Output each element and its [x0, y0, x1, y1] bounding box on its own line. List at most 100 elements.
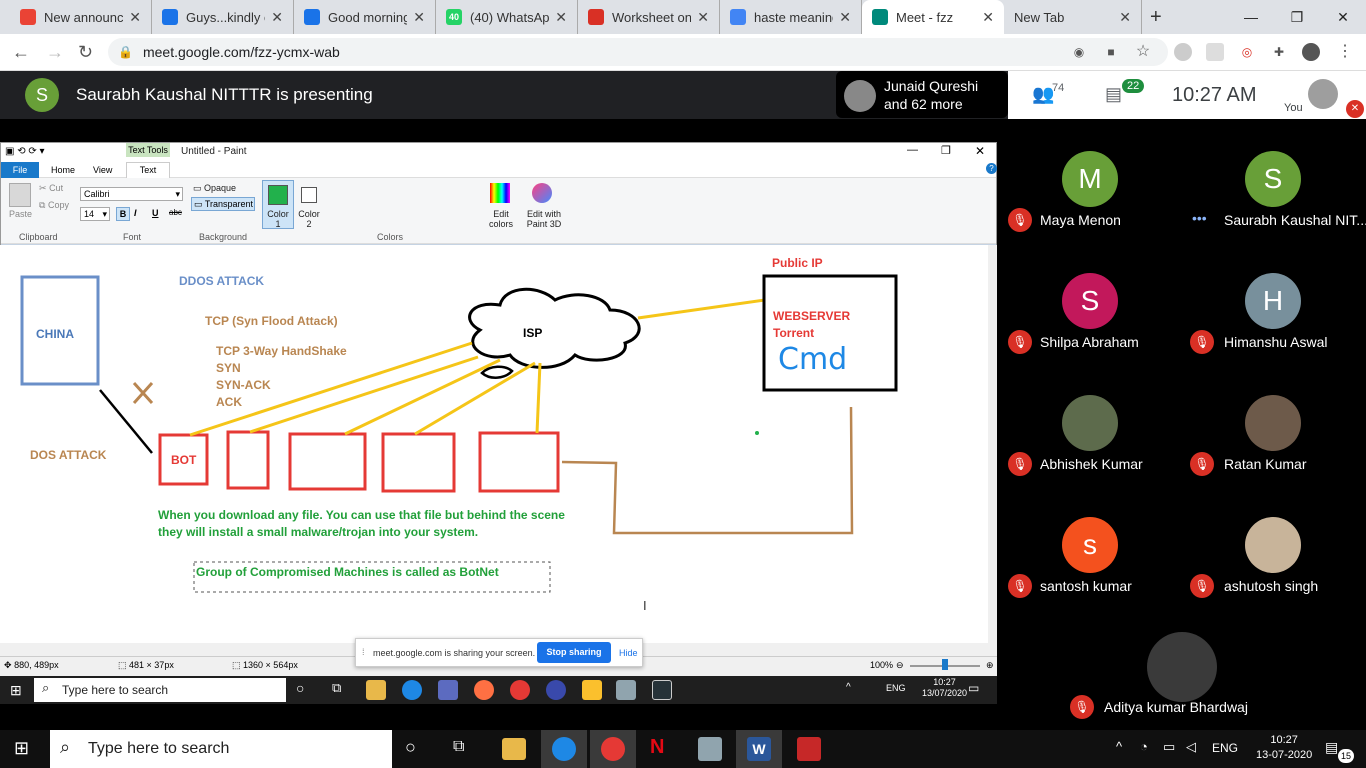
site-settings-icon[interactable]: ◉	[1070, 43, 1088, 61]
close-tab-icon[interactable]: ✕	[697, 9, 709, 26]
italic-button[interactable]: I	[134, 208, 137, 218]
paint3d-label[interactable]: Edit with Paint 3D	[524, 209, 564, 229]
notification-icon[interactable]: ▭	[968, 681, 979, 695]
stop-sharing-button[interactable]: Stop sharing	[537, 642, 611, 663]
edit-colors-icon[interactable]	[490, 183, 510, 203]
browser-tab[interactable]: New Tab ✕	[1004, 0, 1142, 34]
camera-icon[interactable]: ■	[1102, 43, 1120, 61]
quick-access-icons[interactable]: ▣ ⟲ ⟳ ▾	[5, 146, 45, 157]
restore-button[interactable]: ❐	[1274, 0, 1320, 34]
start-icon[interactable]: ⊞	[10, 682, 22, 699]
task-view-icon[interactable]: ⧉	[332, 680, 341, 696]
browser-tab[interactable]: New announce ✕	[10, 0, 152, 34]
shared-language[interactable]: ENG	[886, 683, 906, 693]
wifi-icon[interactable]: ◔	[1140, 739, 1148, 754]
close-window-button[interactable]: ✕	[1320, 0, 1366, 34]
chrome-icon[interactable]	[601, 737, 625, 761]
paint-icon[interactable]	[698, 737, 722, 761]
url-field[interactable]: 🔒 meet.google.com/fzz-ycmx-wab	[108, 38, 1168, 66]
extension-icon[interactable]	[1174, 43, 1192, 61]
zoom-in-icon[interactable]: ⊕	[986, 660, 994, 671]
font-size-select[interactable]: 14 ▾	[80, 207, 110, 221]
strikethrough-button[interactable]: abc	[169, 208, 182, 217]
close-tab-icon[interactable]: ✕	[129, 9, 141, 26]
zoom-out-icon[interactable]: ⊖	[896, 660, 904, 671]
close-tab-icon[interactable]: ✕	[982, 9, 994, 26]
taskbar-search-box[interactable]: Type here to search	[50, 730, 392, 768]
edge-icon[interactable]	[402, 680, 422, 700]
close-tab-icon[interactable]: ✕	[555, 9, 567, 26]
chrome-icon[interactable]	[510, 680, 530, 700]
help-icon[interactable]: ?	[986, 163, 997, 174]
paste-icon[interactable]	[9, 183, 31, 207]
transparent-option[interactable]: ▭ Transparent	[191, 197, 255, 211]
paint-canvas[interactable]: CHINA DDOS ATTACK TCP (Syn Flood Attack)…	[0, 245, 988, 643]
firefox-icon[interactable]	[474, 680, 494, 700]
edge-icon[interactable]	[552, 737, 576, 761]
reload-icon[interactable]: ↻	[78, 42, 93, 63]
close-tab-icon[interactable]: ✕	[1119, 9, 1131, 26]
bold-button[interactable]: B	[116, 207, 130, 221]
paint-close[interactable]: ✕	[975, 144, 985, 158]
netflix-icon[interactable]: N	[650, 736, 664, 759]
windows-start-icon[interactable]: ⊞	[14, 738, 29, 759]
font-family-select[interactable]: Calibri ▾	[80, 187, 183, 201]
browser-tab[interactable]: Worksheet on ✕	[578, 0, 720, 34]
color2-swatch[interactable]	[301, 187, 317, 203]
profile-avatar[interactable]	[1302, 43, 1320, 61]
tab-view[interactable]: View	[93, 165, 112, 175]
tray-chevron-icon[interactable]: ^	[1116, 739, 1122, 754]
app-icon[interactable]	[582, 680, 602, 700]
extension-icon[interactable]	[1206, 43, 1224, 61]
terminal-icon[interactable]	[652, 680, 672, 700]
browser-tab[interactable]: Guys...kindly e ✕	[152, 0, 294, 34]
zoom-slider-thumb[interactable]	[942, 659, 948, 670]
drag-handle-icon[interactable]: ⁞	[362, 647, 365, 657]
cortana-icon[interactable]: ○	[405, 737, 416, 758]
close-tab-icon[interactable]: ✕	[271, 9, 283, 26]
underline-button[interactable]: U	[152, 208, 159, 218]
back-icon[interactable]: ←	[12, 42, 30, 63]
vertical-scrollbar[interactable]	[988, 245, 997, 643]
tab-file[interactable]: File	[1, 162, 39, 178]
tray-chevron-icon[interactable]: ^	[846, 682, 851, 693]
bookmark-star-icon[interactable]: ☆	[1134, 43, 1152, 61]
cortana-icon[interactable]: ○	[296, 680, 304, 696]
shared-search-box[interactable]: Type here to search	[34, 678, 286, 702]
word-icon[interactable]: W	[747, 737, 771, 761]
battery-icon[interactable]: ▭	[1163, 739, 1175, 755]
close-tab-icon[interactable]: ✕	[839, 9, 851, 26]
paint-taskbar-icon[interactable]	[616, 680, 636, 700]
tab-text[interactable]: Text	[126, 162, 170, 178]
menu-icon[interactable]: ⋮	[1336, 43, 1354, 61]
opaque-option[interactable]: ▭ Opaque	[193, 183, 236, 194]
cut-button[interactable]: ✂ Cut	[39, 183, 63, 194]
file-explorer-icon[interactable]	[502, 738, 526, 760]
record-extension-icon[interactable]: ◎	[1238, 43, 1256, 61]
browser-tab[interactable]: Good morning ✕	[294, 0, 436, 34]
browser-tab[interactable]: 40 (40) WhatsApp ✕	[436, 0, 578, 34]
paint-minimize[interactable]: —	[907, 144, 918, 156]
copy-button[interactable]: ⧉ Copy	[39, 200, 69, 211]
action-center-icon[interactable]: ▤	[1325, 739, 1338, 756]
language-indicator[interactable]: ENG	[1212, 741, 1238, 755]
chat-icon[interactable]: ▤	[1105, 84, 1122, 105]
system-clock[interactable]: 10:27 13-07-2020	[1256, 733, 1312, 763]
shared-clock[interactable]: 10:27 13/07/2020	[922, 677, 967, 699]
paint-maximize[interactable]: ❐	[941, 144, 951, 157]
paint3d-icon[interactable]	[532, 183, 552, 203]
puzzle-extensions-icon[interactable]: ✚	[1270, 43, 1288, 61]
app-icon[interactable]	[546, 680, 566, 700]
minimize-button[interactable]: —	[1228, 0, 1274, 34]
store-icon[interactable]	[438, 680, 458, 700]
edit-colors-label[interactable]: Edit colors	[488, 209, 514, 229]
tab-home[interactable]: Home	[51, 165, 75, 175]
hide-share-bar-link[interactable]: Hide	[619, 648, 638, 658]
acrobat-icon[interactable]	[797, 737, 821, 761]
close-tab-icon[interactable]: ✕	[413, 9, 425, 26]
file-explorer-icon[interactable]	[366, 680, 386, 700]
volume-icon[interactable]: ◁	[1186, 739, 1196, 755]
forward-icon[interactable]: →	[46, 42, 64, 63]
new-tab-button[interactable]: +	[1150, 6, 1162, 29]
browser-tab[interactable]: haste meaning ✕	[720, 0, 862, 34]
